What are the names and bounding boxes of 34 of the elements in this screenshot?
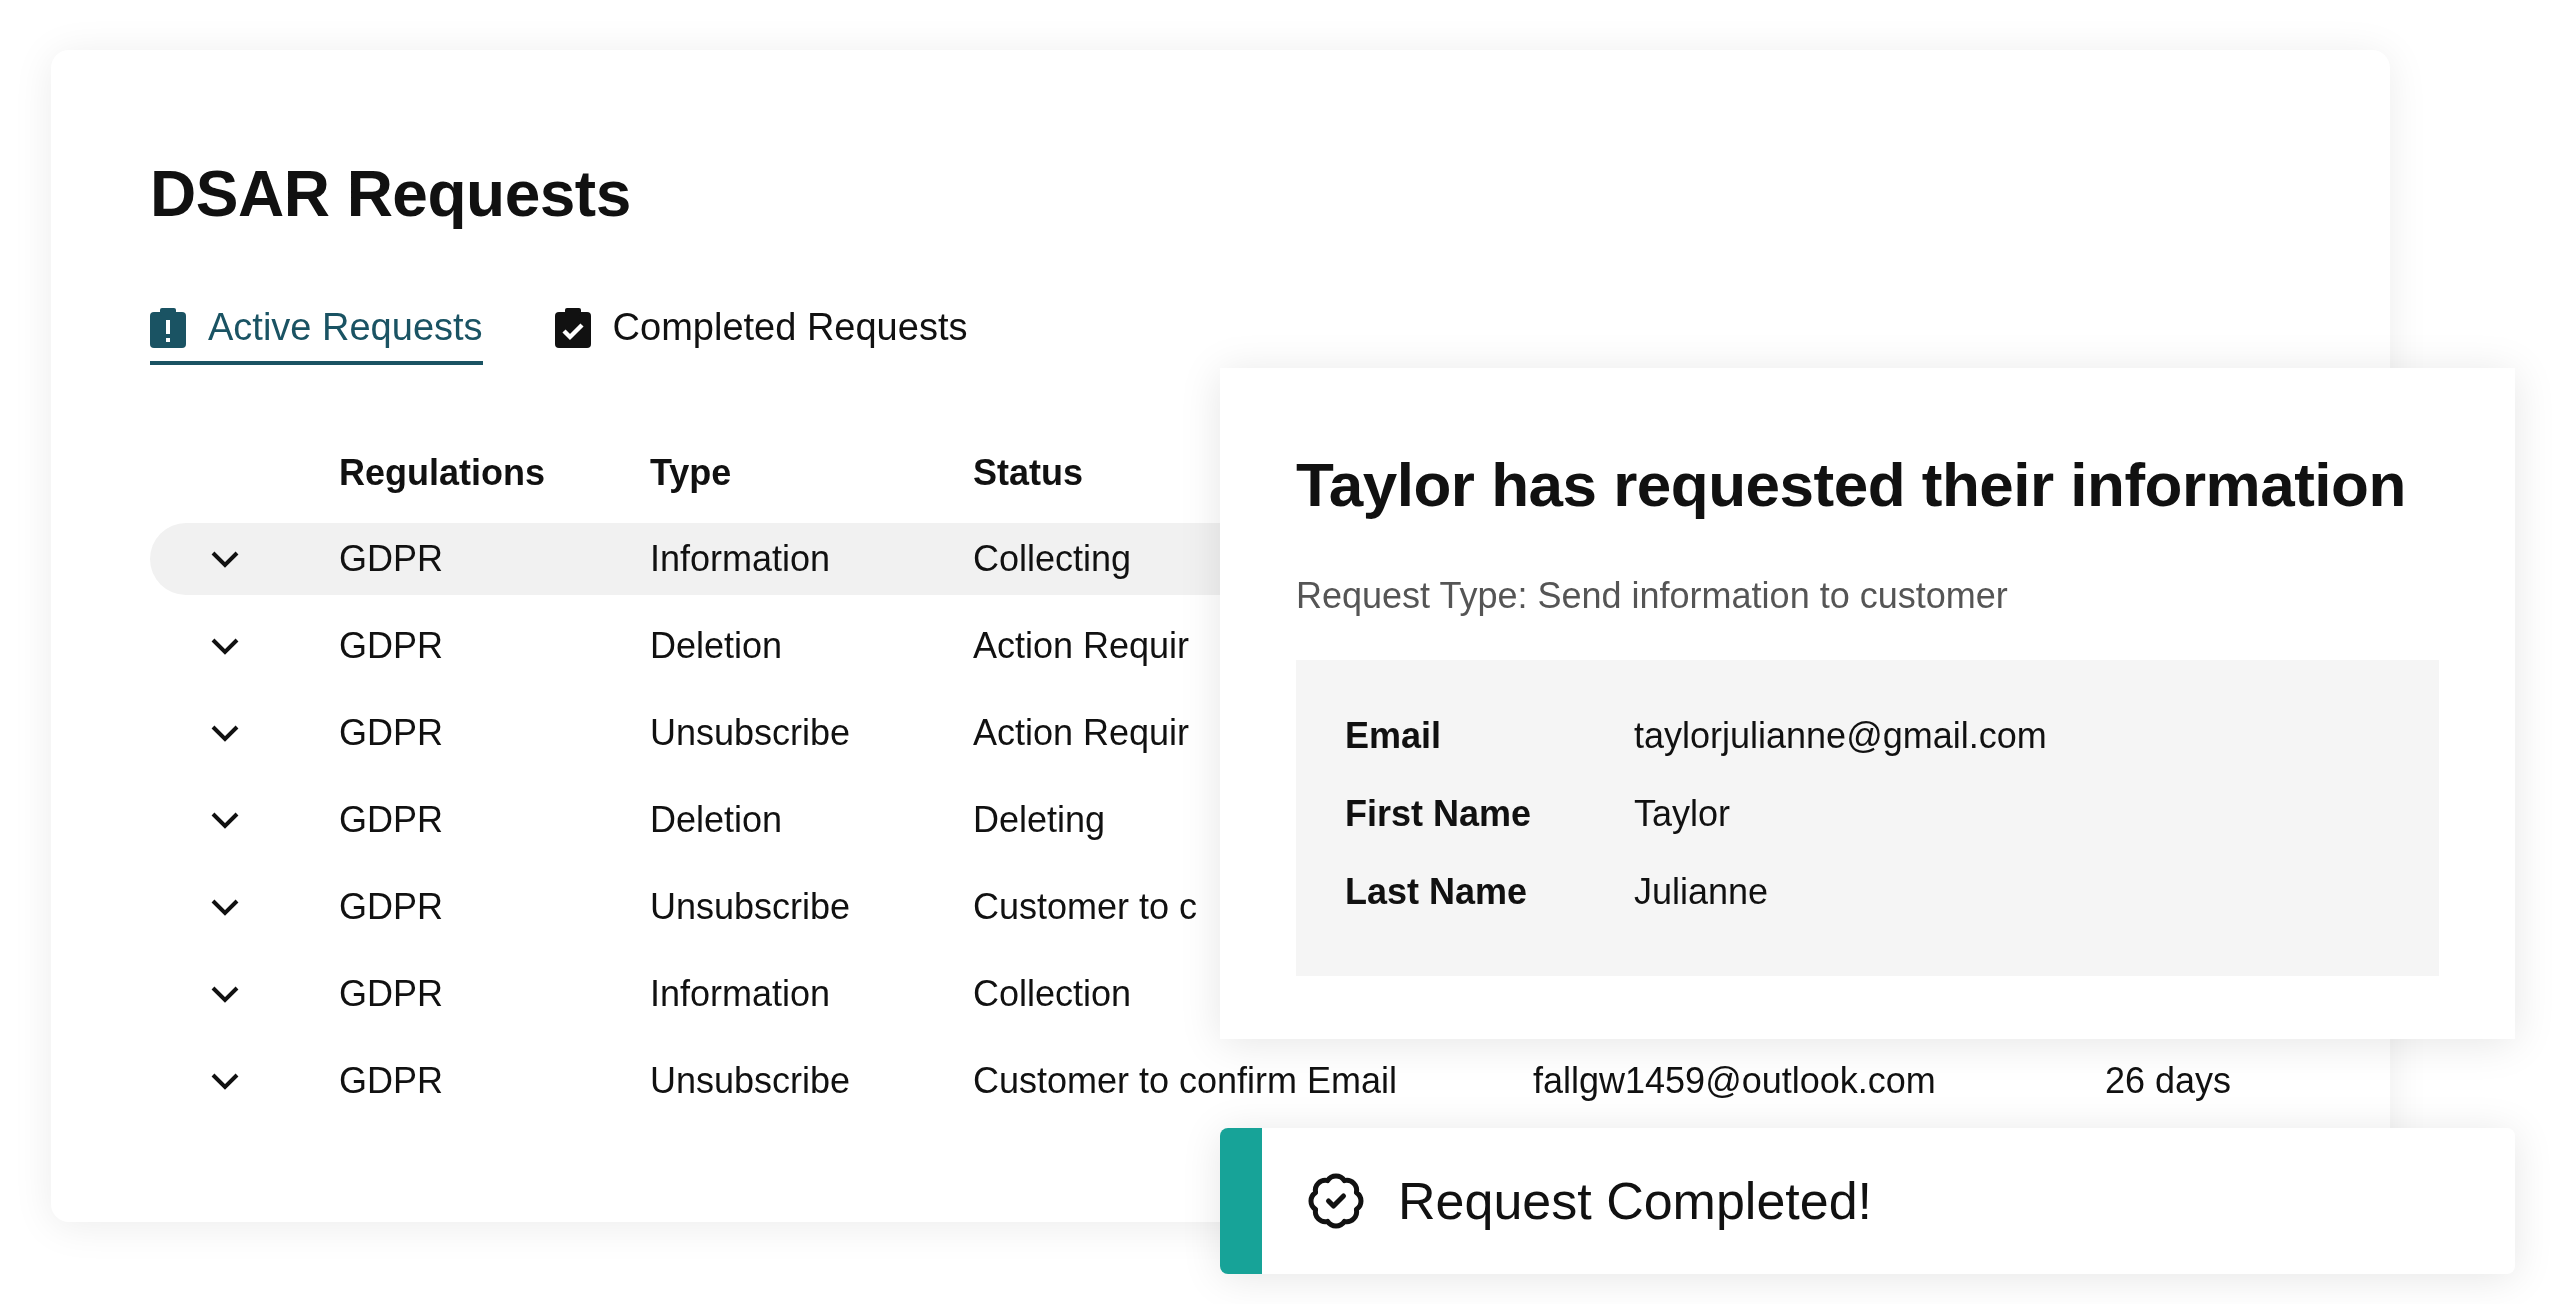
table-cell: Information [650,538,831,580]
table-cell: Unsubscribe [650,1060,851,1102]
table-cell: GDPR [339,538,443,580]
table-cell: GDPR [339,712,443,754]
table-cell: GDPR [339,1060,443,1102]
table-cell: Deleting [973,799,1106,841]
table-cell: GDPR [339,886,443,928]
table-cell: Unsubscribe [650,886,851,928]
table-cell: Action Requir [973,712,1190,754]
table-cell: Customer to confirm Email [973,1060,1398,1102]
table-cell: Action Requir [973,625,1190,667]
table-cell: Collection [973,973,1132,1015]
table-cell: Customer to c [973,886,1198,928]
column-header: Type [650,452,732,494]
table-cell: Unsubscribe [650,712,851,754]
field-value: Taylor [1634,792,1732,836]
field-label: Email [1345,714,1443,758]
field-label: First Name [1345,792,1533,836]
table-cell: Information [650,973,831,1015]
table-cell: fallgw1459@outlook.com [1533,1060,1936,1102]
table-cell: 26 days [2105,1060,2232,1102]
column-header: Status [973,452,1084,494]
table-cell: GDPR [339,973,443,1015]
column-header: Regulations [339,452,545,494]
field-value: taylorjulianne@gmail.com [1634,714,2048,758]
field-value: Julianne [1634,870,1770,914]
table-cell: Collecting [973,538,1132,580]
toast-message: Request Completed! [1398,1171,1873,1231]
field-label: Last Name [1345,870,1529,914]
table-cell: GDPR [339,625,443,667]
table-cell: Deletion [650,625,783,667]
request-type-text: Request Type: Send information to customer [1296,575,2009,617]
table-cell: Deletion [650,799,783,841]
table-cell: GDPR [339,799,443,841]
